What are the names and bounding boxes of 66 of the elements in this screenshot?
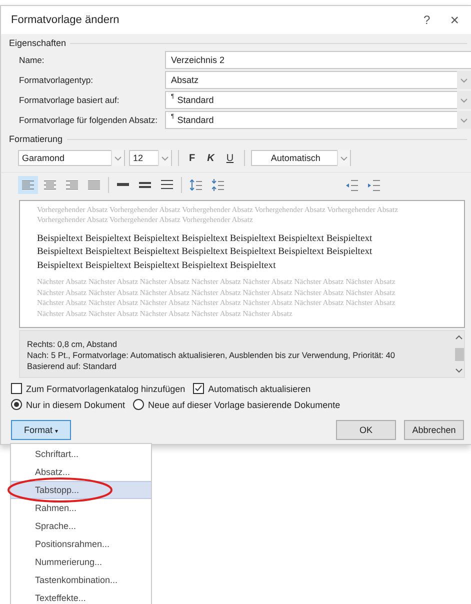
menu-item[interactable]: Texteffekte...: [11, 589, 151, 604]
menu-item[interactable]: Absatz...: [11, 463, 151, 481]
close-button[interactable]: ×: [444, 10, 465, 30]
menu-item[interactable]: Nummerierung...: [11, 553, 151, 571]
style-dropdown[interactable]: Absatz: [165, 71, 471, 89]
field-value: Verzeichnis 2: [171, 55, 225, 65]
font-dropdown[interactable]: Garamond: [18, 150, 125, 166]
single-spacing-icon: [117, 181, 129, 189]
menu-item[interactable]: Tastenkombination...: [11, 571, 151, 589]
align-center-icon: [44, 180, 56, 190]
italic-button[interactable]: K: [203, 152, 218, 164]
chevron-down-icon[interactable]: [457, 111, 471, 129]
checkbox-label: Zum Formatvorlagenkatalog hinzufügen: [26, 384, 186, 394]
radio-label: Nur in diesem Dokument: [26, 400, 126, 410]
menu-item[interactable]: Rahmen...: [11, 499, 151, 517]
double-spacing-icon: [161, 180, 173, 190]
sample-text: Beispieltext Beispieltext Beispieltext Beispieltext Beispieltext Beispieltext Beispieltext Beispieltext Beispieltext Beispieltext Beispieltext Beispieltext Beispieltext Beispieltext Beispieltext Beispieltext Beispieltext Beispieltext Beispieltext: [37, 232, 374, 272]
section-heading: Formatierung: [9, 134, 63, 144]
scroll-down-icon[interactable]: [455, 368, 463, 374]
radio-label: Neue auf dieser Vorlage basierende Dokumente: [148, 400, 340, 410]
menu-item[interactable]: Positionsrahmen...: [11, 535, 151, 553]
dropdown-value: Standard: [177, 115, 215, 125]
checkbox[interactable]: [193, 383, 204, 394]
field-label: Name:: [19, 55, 46, 65]
dropdown-value: Standard: [177, 95, 215, 105]
decrease-indent-icon: [346, 180, 358, 190]
radio-button[interactable]: [133, 399, 144, 410]
bold-button[interactable]: F: [185, 152, 200, 164]
menu-item[interactable]: Schriftart...: [11, 445, 151, 463]
description-line: Rechts: 0,8 cm, Abstand: [27, 339, 118, 350]
description-line: Basierend auf: Standard: [27, 361, 118, 372]
size-dropdown[interactable]: 12: [129, 150, 172, 166]
chevron-down-icon: [336, 150, 350, 166]
checkbox[interactable]: [11, 383, 22, 394]
chevron-down-icon[interactable]: [457, 91, 471, 109]
color-value: Automatisch: [270, 153, 322, 163]
decrease-spacing-icon: [212, 179, 224, 191]
align-left-button[interactable]: [18, 176, 38, 194]
ok-button[interactable]: OK: [336, 420, 396, 440]
field-label: Formatvorlage für folgenden Absatz:: [19, 115, 159, 125]
increase-spacing-icon: [190, 179, 202, 191]
section-heading: Eigenschaften: [9, 38, 66, 48]
help-button[interactable]: ?: [418, 10, 436, 30]
scroll-up-icon[interactable]: [455, 334, 463, 340]
font-name: Garamond: [22, 153, 66, 163]
chevron-down-icon[interactable]: [457, 71, 471, 89]
name-field[interactable]: Verzeichnis 2: [165, 51, 471, 69]
checkbox-label: Automatisch aktualisieren: [208, 384, 311, 394]
menu-item[interactable]: Sprache...: [11, 517, 151, 535]
align-right-icon: [66, 180, 78, 190]
increase-indent-icon: [368, 180, 380, 190]
field-label: Formatvorlage basiert auf:: [19, 95, 120, 105]
radio-button[interactable]: [11, 399, 22, 410]
chevron-down-icon: [158, 150, 171, 166]
chevron-down-icon: [111, 150, 124, 166]
window-title: Formatvorlage ändern: [11, 14, 120, 26]
onehalf-spacing-icon: [139, 181, 151, 189]
field-label: Formatvorlagentyp:: [19, 75, 94, 85]
description-line: Nach: 5 Pt., Formatvorlage: Automatisch aktualisieren, Ausblenden bis zur Verwendung, Priorität: 40: [27, 350, 396, 361]
align-left-icon: [22, 180, 34, 190]
underline-button[interactable]: U: [222, 152, 238, 164]
dropdown-value: Absatz: [171, 75, 200, 85]
cancel-button[interactable]: Abbrechen: [404, 420, 464, 440]
color-dropdown[interactable]: Automatisch: [250, 150, 351, 166]
justify-icon: [88, 180, 100, 190]
font-size: 12: [133, 153, 144, 163]
